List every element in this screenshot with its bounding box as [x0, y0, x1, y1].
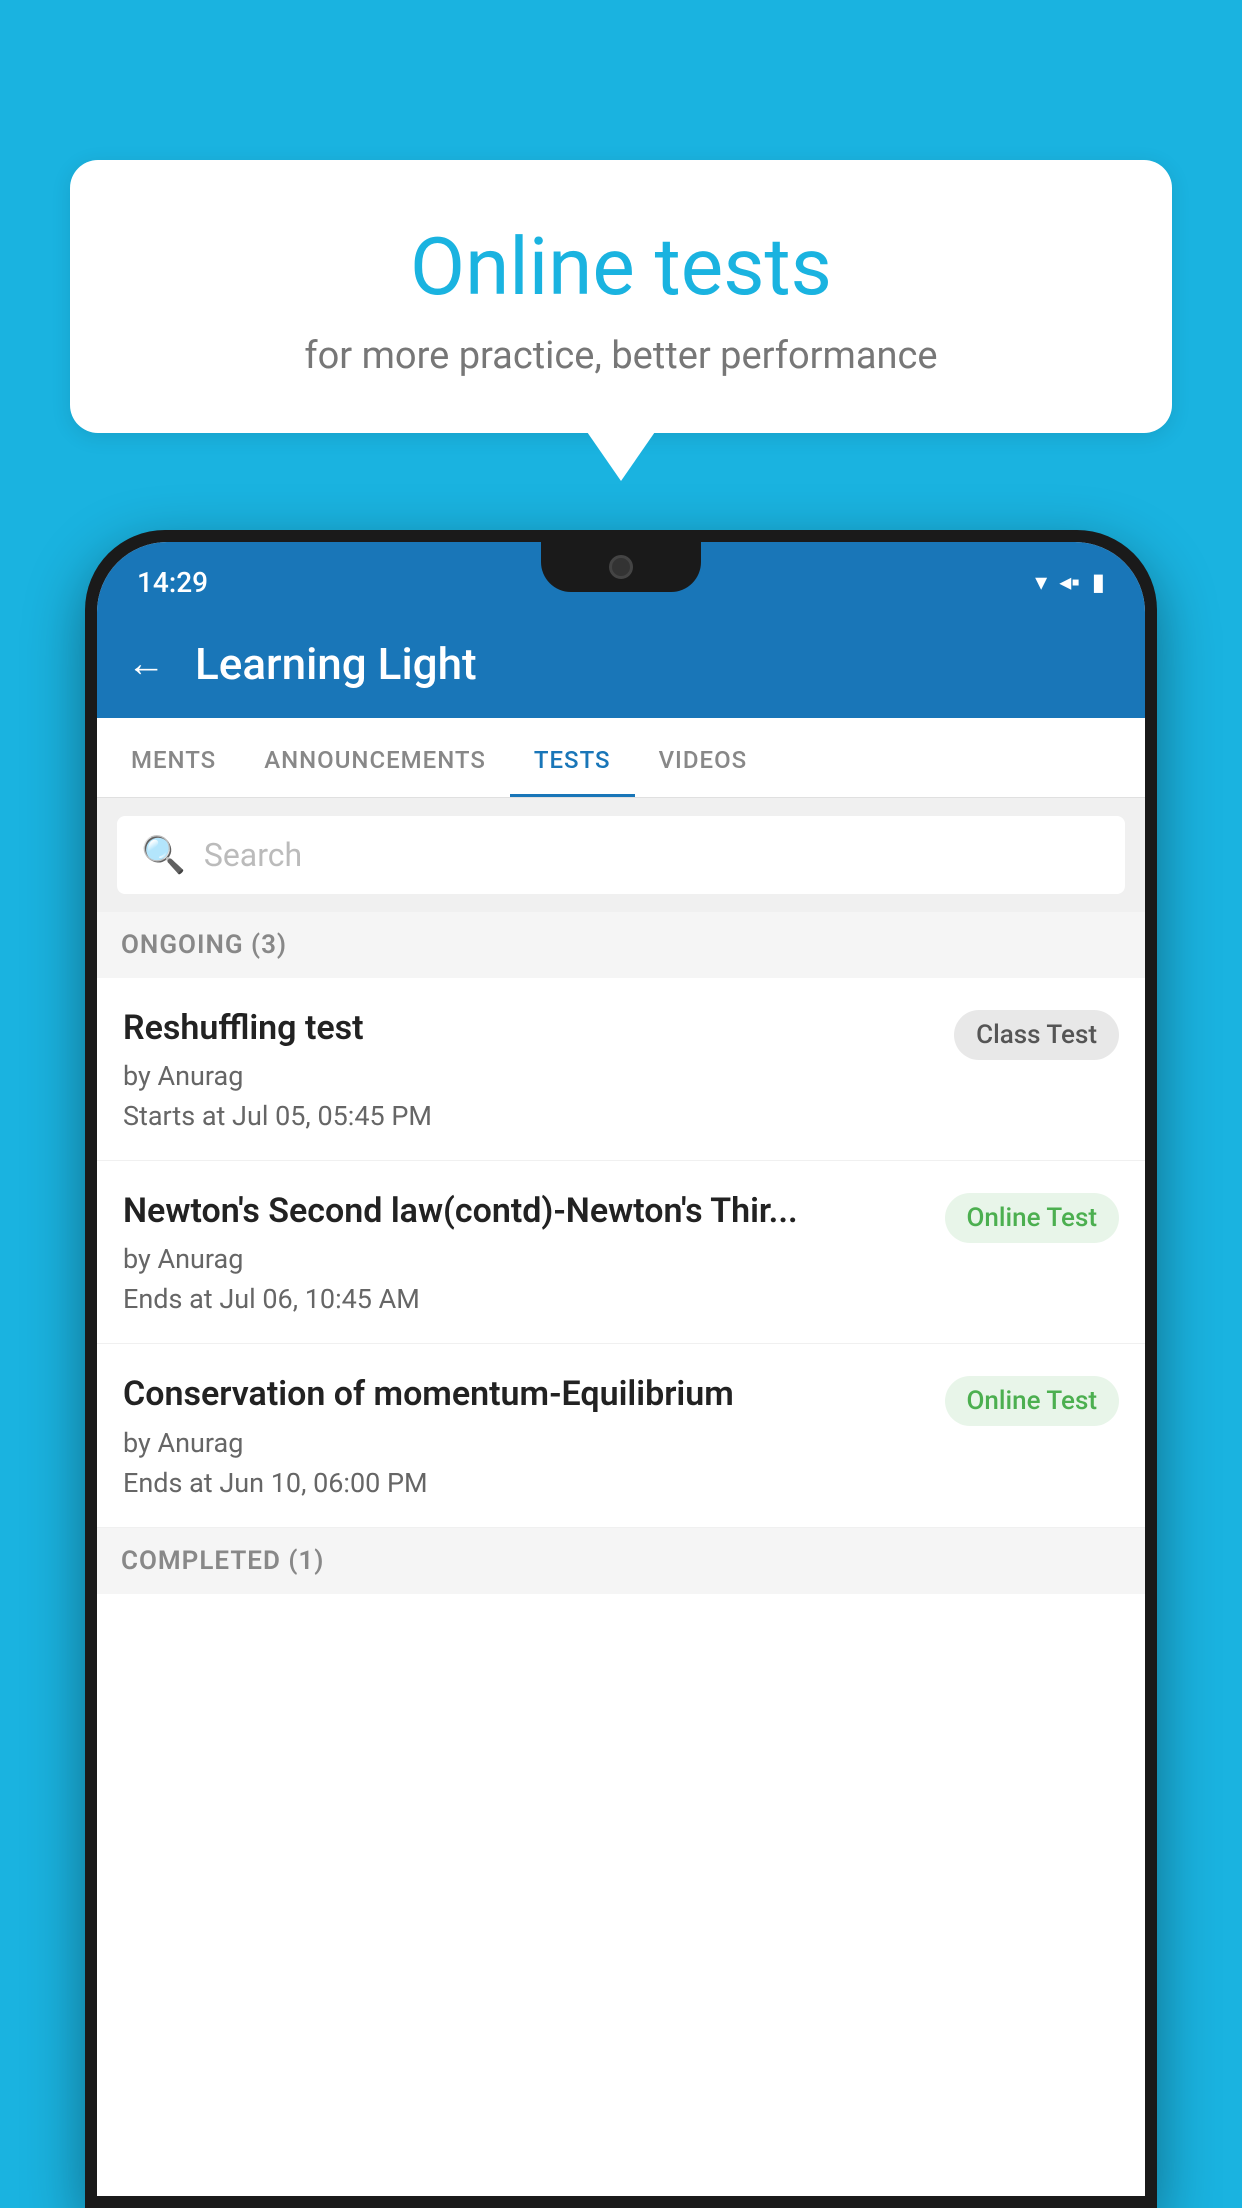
test-name: Newton's Second law(contd)-Newton's Thir… [123, 1189, 925, 1233]
ongoing-section-header: ONGOING (3) [97, 912, 1145, 978]
search-container: 🔍 Search [97, 798, 1145, 912]
test-author: by Anurag [123, 1060, 934, 1092]
test-date: Ends at Jul 06, 10:45 AM [123, 1283, 925, 1315]
test-item[interactable]: Reshuffling test by Anurag Starts at Jul… [97, 978, 1145, 1161]
tabs-bar: MENTS ANNOUNCEMENTS TESTS VIDEOS [97, 718, 1145, 798]
badge-online-test: Online Test [945, 1193, 1120, 1243]
tab-announcements[interactable]: ANNOUNCEMENTS [240, 718, 510, 797]
phone-screen: 14:29 ▾ ◂▪ ▮ ← Learning Light MENTS ANNO… [97, 542, 1145, 2196]
test-author: by Anurag [123, 1243, 925, 1275]
bubble-subtitle: for more practice, better performance [120, 334, 1122, 378]
status-bar: 14:29 ▾ ◂▪ ▮ [97, 542, 1145, 614]
app-header: ← Learning Light [97, 614, 1145, 718]
tab-videos[interactable]: VIDEOS [635, 718, 772, 797]
phone-frame: 14:29 ▾ ◂▪ ▮ ← Learning Light MENTS ANNO… [85, 530, 1157, 2208]
test-name: Reshuffling test [123, 1006, 934, 1050]
promo-bubble: Online tests for more practice, better p… [70, 160, 1172, 433]
wifi-icon: ▾ [1035, 568, 1047, 596]
tab-ments[interactable]: MENTS [107, 718, 240, 797]
test-info: Newton's Second law(contd)-Newton's Thir… [123, 1189, 925, 1315]
search-icon: 🔍 [141, 834, 186, 876]
completed-section-header: COMPLETED (1) [97, 1528, 1145, 1594]
badge-online-test-2: Online Test [945, 1376, 1120, 1426]
test-info: Reshuffling test by Anurag Starts at Jul… [123, 1006, 934, 1132]
camera [609, 555, 633, 579]
test-item[interactable]: Newton's Second law(contd)-Newton's Thir… [97, 1161, 1145, 1344]
tab-tests[interactable]: TESTS [510, 718, 635, 797]
bubble-title: Online tests [120, 220, 1122, 314]
search-input[interactable]: Search [204, 836, 302, 874]
test-item[interactable]: Conservation of momentum-Equilibrium by … [97, 1344, 1145, 1527]
status-icons: ▾ ◂▪ ▮ [1035, 568, 1105, 597]
battery-icon: ▮ [1092, 568, 1105, 596]
test-info: Conservation of momentum-Equilibrium by … [123, 1372, 925, 1498]
test-date: Ends at Jun 10, 06:00 PM [123, 1467, 925, 1499]
notch [541, 542, 701, 592]
signal-icon: ◂▪ [1059, 568, 1080, 597]
badge-class-test: Class Test [954, 1010, 1119, 1060]
test-list: Reshuffling test by Anurag Starts at Jul… [97, 978, 1145, 2196]
test-author: by Anurag [123, 1427, 925, 1459]
back-button[interactable]: ← [127, 642, 165, 686]
test-date: Starts at Jul 05, 05:45 PM [123, 1100, 934, 1132]
ongoing-label: ONGOING (3) [121, 930, 287, 960]
test-name: Conservation of momentum-Equilibrium [123, 1372, 925, 1416]
search-box[interactable]: 🔍 Search [117, 816, 1125, 894]
status-time: 14:29 [137, 566, 208, 599]
completed-label: COMPLETED (1) [121, 1546, 324, 1576]
app-title: Learning Light [195, 638, 477, 690]
